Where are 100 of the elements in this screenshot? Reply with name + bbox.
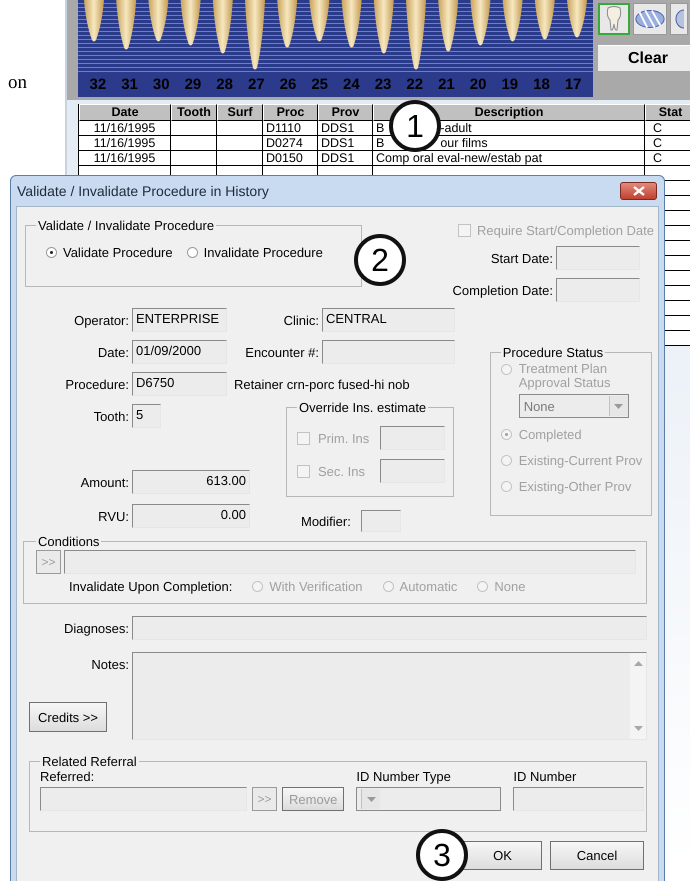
tooth-number[interactable]: 32 [90,76,106,93]
table-cell: C [645,121,690,136]
tooth-number[interactable]: 21 [438,76,455,93]
tooth-number[interactable]: 22 [406,76,424,93]
tooth-number[interactable]: 17 [564,76,582,93]
text-field[interactable]: 01/09/2000 [132,340,227,364]
table-cell: 11/16/1995 [79,136,171,151]
field-label: Start Date: [490,250,553,266]
scrollbar[interactable] [630,653,646,739]
text-field[interactable] [64,550,636,574]
field-label: ID Number Type [356,769,452,785]
table-cell: DDS1 [318,121,373,136]
field-label: Modifier: [301,514,351,528]
down-arrow-icon [634,726,642,731]
close-button[interactable] [620,182,657,200]
field-label: Notes: [90,657,129,672]
toolbar-icon [674,8,684,30]
table-cell: C [645,151,690,166]
table-cell: 11/16/1995 [79,151,171,166]
text-field[interactable]: 5 [132,404,161,428]
table-cell: D1110 [263,121,318,136]
tooth-number[interactable]: 19 [501,76,518,93]
field-label: Operator: [73,312,129,328]
toolbar-button[interactable] [670,3,688,35]
text-field[interactable] [360,510,401,532]
text-field[interactable]: ENTERPRISE [132,308,227,332]
table-cell: D0274 [263,136,318,151]
column-header[interactable]: Proc [263,104,318,121]
field-label: Completion Date: [452,282,553,298]
text-field[interactable] [513,787,644,811]
text-field[interactable] [380,426,445,450]
tooth-number[interactable]: 26 [280,76,296,93]
table-cell [217,136,263,151]
amount-field[interactable]: 613.00 [132,470,250,494]
field-label: Referred: [40,769,96,785]
text-field[interactable]: CENTRAL [322,308,455,332]
procedure-description: Retainer crn-porc fused-hi nob [234,376,410,392]
tooth-number[interactable]: 18 [533,76,550,93]
text-field[interactable] [322,340,455,364]
radio-icon[interactable] [46,247,57,258]
ok-button[interactable]: OK [463,841,542,870]
table-cell-text: our films [440,136,488,150]
text-field[interactable] [40,787,247,811]
table-cell: DDS1 [318,136,373,151]
table-cell [171,136,217,151]
toolbar-button[interactable] [598,3,630,35]
window-title: Validate / Invalidate Procedure in History [17,183,269,199]
radio-icon[interactable] [186,247,198,258]
caret-icon [614,404,624,408]
tooth-number[interactable]: 23 [374,76,392,93]
toolbar-button[interactable] [633,3,667,35]
tooth-number[interactable]: 27 [248,76,265,93]
date-field[interactable] [556,278,640,302]
tooth-icon [605,6,623,32]
field-label: Amount: [80,474,129,490]
tooth-number[interactable]: 29 [184,76,202,93]
table-cell-text: B [376,136,384,150]
column-header[interactable]: Tooth [171,104,217,121]
group-title: Validate / Invalidate Procedure [37,218,216,233]
field-label: Invalidate Upon Completion: [69,579,232,594]
group-title: Procedure Status [502,345,604,360]
field-label: Procedure: [64,376,129,392]
column-header[interactable]: Stat [645,104,690,121]
cancel-button[interactable]: Cancel [550,841,644,870]
table-cell [217,121,263,136]
table-cell: D0150 [263,151,318,166]
column-header[interactable]: Prov [318,104,373,121]
browse-button[interactable]: >> [36,550,61,574]
column-header[interactable]: Date [79,104,171,121]
rvu-field[interactable]: 0.00 [132,504,250,528]
notes-field[interactable] [132,652,647,740]
clear-button[interactable]: Clear [598,45,690,71]
table-cell: C [645,136,690,151]
tooth-number[interactable]: 28 [216,76,233,93]
caret-icon [366,796,376,802]
text-field[interactable]: D6750 [132,372,227,396]
table-cell [171,121,217,136]
table-cell: DDS1 [318,151,373,166]
radio-option[interactable]: Invalidate Procedure [186,245,323,260]
tooth-number[interactable]: 24 [343,76,360,93]
column-header[interactable]: Surf [217,104,263,121]
radio-option[interactable]: Validate Procedure [46,245,173,260]
field-label: Tooth: [92,408,129,424]
tooth-number[interactable]: 20 [470,76,486,93]
field-label: Encounter #: [244,344,319,360]
tooth-number[interactable]: 25 [311,76,328,93]
up-arrow-icon [634,661,642,666]
group-title: Conditions [37,534,100,549]
credits-button[interactable]: Credits >> [29,702,107,732]
close-icon [632,186,644,196]
text-field[interactable] [132,616,647,640]
field-label: Clinic: [282,312,319,328]
text-field[interactable] [380,459,445,483]
table-cell-text: -adult [440,121,472,135]
tooth-number[interactable]: 31 [121,76,138,93]
field-label: RVU: [97,508,129,524]
group-title: Related Referral [41,754,138,769]
date-field[interactable] [556,246,640,270]
table-cell-text: B [376,121,384,135]
tooth-number[interactable]: 30 [152,76,170,93]
